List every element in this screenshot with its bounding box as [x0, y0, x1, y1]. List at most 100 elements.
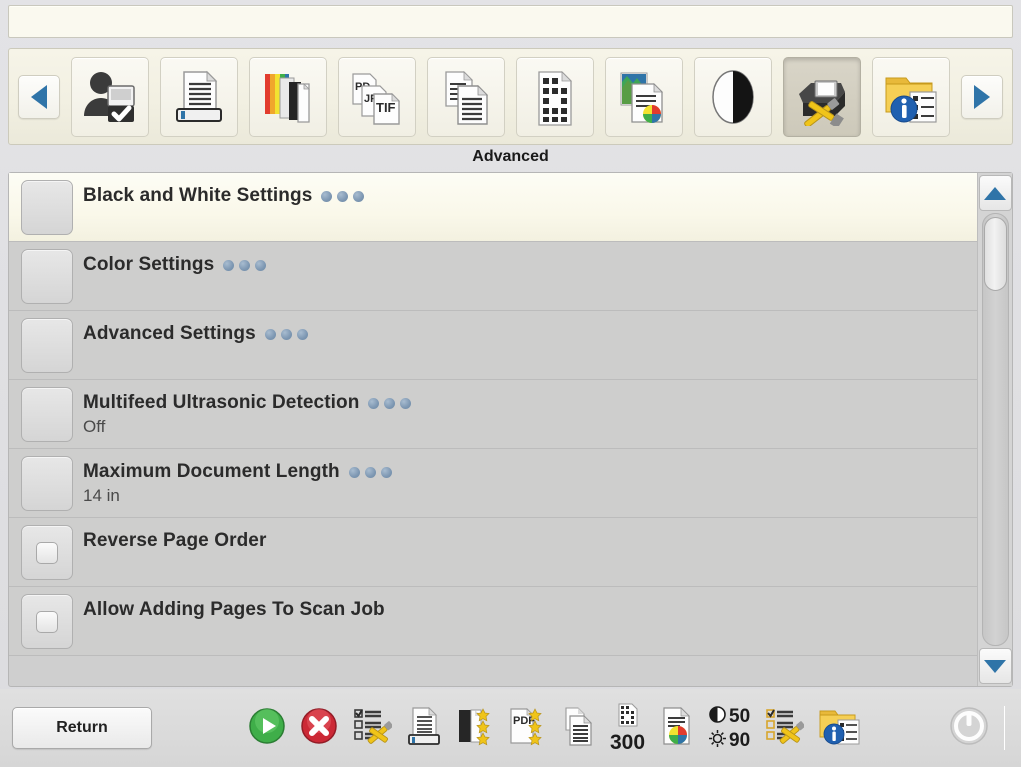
settings-row[interactable]: Advanced Settings — [9, 311, 977, 380]
return-button[interactable]: Return — [12, 707, 152, 749]
row-text-block: Color Settings — [83, 242, 267, 276]
row-label: Color Settings — [83, 254, 267, 276]
bottom-divider — [1004, 706, 1005, 750]
row-text-block: Multifeed Ultrasonic Detection Off — [83, 380, 412, 437]
toolbar-item-authentication[interactable] — [71, 56, 149, 137]
scroll-up-button[interactable] — [978, 175, 1012, 211]
row-label: Multifeed Ultrasonic Detection — [83, 392, 412, 414]
triangle-down-icon — [984, 659, 1006, 673]
contrast-line: 50 — [709, 705, 750, 727]
row-label: Reverse Page Order — [83, 530, 266, 552]
row-checkbox[interactable] — [21, 594, 73, 649]
status-message-text — [9, 6, 1012, 20]
row-label: Allow Adding Pages To Scan Job — [83, 599, 385, 621]
power-area — [948, 705, 1005, 752]
document-scan-icon — [406, 706, 442, 751]
row-open-button[interactable] — [21, 387, 73, 442]
checkbox-inner — [36, 610, 58, 633]
toolbar-item-color-mode[interactable] — [249, 56, 327, 137]
toolbar-item-sides[interactable] — [427, 56, 505, 137]
brightness-value: 90 — [729, 729, 751, 751]
power-button[interactable] — [948, 705, 990, 752]
more-options-dots-icon — [321, 190, 365, 202]
job-info-button[interactable] — [818, 705, 862, 752]
power-icon — [948, 705, 990, 752]
row-label-text: Maximum Document Length — [83, 461, 340, 482]
settings-row[interactable]: Allow Adding Pages To Scan Job — [9, 587, 977, 656]
user-scanner-check-icon — [82, 68, 138, 126]
row-value: 14 in — [83, 486, 120, 505]
row-checkbox[interactable] — [21, 525, 73, 580]
row-text-block: Allow Adding Pages To Scan Job — [83, 587, 385, 621]
toolbar-item-contrast[interactable] — [694, 56, 772, 137]
color-mode-info-icon-wrap[interactable] — [456, 706, 494, 751]
row-label-text: Black and White Settings — [83, 185, 313, 206]
feature-toolbar: PD JP TIF — [8, 48, 1013, 145]
scrollbar-track[interactable] — [981, 213, 1009, 646]
checklist-tools-icon — [764, 706, 806, 751]
toolbar-next-button[interactable] — [961, 74, 1003, 119]
row-label: Maximum Document Length — [83, 461, 392, 483]
toolbar-item-job-info[interactable] — [872, 56, 950, 137]
settings-row[interactable]: Reverse Page Order — [9, 518, 977, 587]
settings-list-panel: Black and White Settings Color Settings Ad… — [8, 172, 1013, 687]
bottom-status-icons: PDF 300 50 90 — [248, 703, 862, 753]
row-value: Off — [83, 417, 106, 436]
scroll-down-button[interactable] — [978, 648, 1012, 684]
black-white-circle-icon — [705, 68, 761, 126]
contrast-brightness-info[interactable]: 50 90 — [709, 705, 751, 751]
row-open-button[interactable] — [21, 318, 73, 373]
toolbar-item-resolution[interactable] — [516, 56, 594, 137]
folder-info-icon — [882, 68, 940, 126]
settings-list: Black and White Settings Color Settings Ad… — [9, 173, 977, 686]
more-options-dots-icon — [264, 328, 308, 340]
row-open-button[interactable] — [21, 180, 73, 235]
settings-row[interactable]: Maximum Document Length 14 in — [9, 449, 977, 518]
row-open-button[interactable] — [21, 456, 73, 511]
job-settings-button[interactable] — [352, 706, 394, 751]
scrollbar-thumb[interactable] — [983, 217, 1007, 291]
folder-info-icon — [818, 705, 862, 752]
section-title: Advanced — [472, 148, 549, 165]
toolbar-item-destination[interactable] — [160, 56, 238, 137]
row-label-text: Reverse Page Order — [83, 530, 267, 551]
list-scrollbar[interactable] — [977, 173, 1012, 686]
row-label: Black and White Settings — [83, 185, 365, 207]
svg-text:TIF: TIF — [376, 100, 396, 115]
green-play-icon — [248, 707, 286, 750]
scanner-control-panel: PD JP TIF — [0, 0, 1021, 767]
settings-row[interactable]: Black and White Settings — [9, 173, 977, 242]
row-text-block: Black and White Settings — [83, 173, 365, 207]
more-options-dots-icon — [368, 397, 412, 409]
sides-info-icon-wrap[interactable] — [560, 706, 596, 751]
checklist-tools-icon — [352, 706, 394, 751]
row-text-block: Maximum Document Length 14 in — [83, 449, 392, 506]
quality-info-icon-wrap[interactable] — [659, 706, 695, 751]
more-options-dots-icon — [223, 259, 267, 271]
resolution-value: 300 — [610, 731, 646, 754]
row-label-text: Allow Adding Pages To Scan Job — [83, 599, 385, 620]
toolbar-item-advanced[interactable] — [783, 56, 861, 137]
chevron-left-icon — [31, 84, 47, 109]
triangle-up-icon — [984, 186, 1006, 200]
advanced-info-button[interactable] — [764, 706, 806, 751]
pdf-jpg-tif-files-icon: PD JP TIF — [349, 68, 405, 126]
settings-row[interactable]: Multifeed Ultrasonic Detection Off — [9, 380, 977, 449]
row-label-text: Color Settings — [83, 254, 215, 275]
pdf-stars-icon: PDF — [508, 706, 546, 751]
cancel-job-button[interactable] — [300, 707, 338, 750]
destination-info-icon-wrap[interactable] — [406, 706, 442, 751]
row-open-button[interactable] — [21, 249, 73, 304]
file-type-info-icon-wrap[interactable]: PDF — [508, 706, 546, 751]
color-bw-pages-icon — [260, 68, 316, 126]
more-options-dots-icon — [348, 466, 392, 478]
toolbar-item-image-quality[interactable] — [605, 56, 683, 137]
scanner-tools-icon — [793, 68, 851, 126]
color-pie-page-icon — [659, 706, 695, 751]
red-x-cancel-icon — [300, 707, 338, 750]
start-scan-button[interactable] — [248, 707, 286, 750]
settings-row[interactable]: Color Settings — [9, 242, 977, 311]
toolbar-prev-button[interactable] — [18, 74, 60, 119]
resolution-info-icon-wrap[interactable]: 300 — [610, 703, 645, 753]
toolbar-item-file-type[interactable]: PD JP TIF — [338, 56, 416, 137]
